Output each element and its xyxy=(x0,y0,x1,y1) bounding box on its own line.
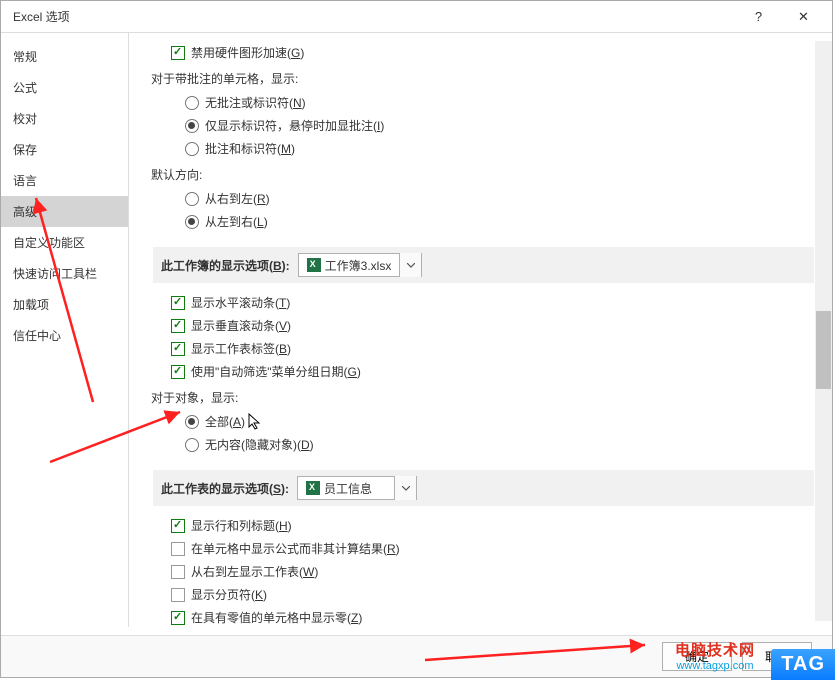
radio-icon xyxy=(185,96,199,110)
tag-badge: TAG xyxy=(771,649,835,680)
autofilter-group-checkbox[interactable]: 使用"自动筛选"菜单分组日期(G) xyxy=(171,360,814,383)
sidebar-item-general[interactable]: 常规 xyxy=(1,41,128,72)
dialog-footer: 确定 取消 xyxy=(1,635,832,677)
default-dir-heading: 默认方向: xyxy=(151,166,814,183)
sidebar-item-trust-center[interactable]: 信任中心 xyxy=(1,320,128,351)
sidebar-item-quick-access[interactable]: 快速访问工具栏 xyxy=(1,258,128,289)
comment-none-radio[interactable]: 无批注或标识符(N) xyxy=(185,91,814,114)
window-title: Excel 选项 xyxy=(7,8,70,25)
comment-indicator-radio[interactable]: 仅显示标识符，悬停时加显批注(I) xyxy=(185,114,814,137)
sidebar-item-proofing[interactable]: 校对 xyxy=(1,103,128,134)
checkbox-checked-icon xyxy=(171,296,185,310)
objects-all-radio[interactable]: 全部(A) xyxy=(185,410,814,433)
checkbox-checked-icon xyxy=(171,365,185,379)
titlebar: Excel 选项 ? ✕ xyxy=(1,1,832,33)
checkbox-checked-icon xyxy=(171,342,185,356)
checkbox-checked-icon xyxy=(171,319,185,333)
show-v-scroll-checkbox[interactable]: 显示垂直滚动条(V) xyxy=(171,314,814,337)
radio-icon xyxy=(185,192,199,206)
chevron-down-icon xyxy=(399,253,421,277)
worksheet-select[interactable]: 员工信息 xyxy=(297,476,417,500)
sidebar-item-formulas[interactable]: 公式 xyxy=(1,72,128,103)
objects-none-radio[interactable]: 无内容(隐藏对象)(D) xyxy=(185,433,814,456)
radio-icon xyxy=(185,438,199,452)
ok-button[interactable]: 确定 xyxy=(662,642,732,671)
show-headers-checkbox[interactable]: 显示行和列标题(H) xyxy=(171,514,814,537)
close-button[interactable]: ✕ xyxy=(781,2,826,32)
checkbox-icon xyxy=(171,542,185,556)
objects-heading: 对于对象，显示: xyxy=(151,389,814,406)
radio-checked-icon xyxy=(185,119,199,133)
sidebar-item-advanced[interactable]: 高级 xyxy=(1,196,128,227)
comment-cell-heading: 对于带批注的单元格，显示: xyxy=(151,70,814,87)
excel-file-icon xyxy=(307,258,321,272)
comment-both-radio[interactable]: 批注和标识符(M) xyxy=(185,137,814,160)
show-pagebreaks-checkbox[interactable]: 显示分页符(K) xyxy=(171,583,814,606)
checkbox-icon xyxy=(171,565,185,579)
radio-checked-icon xyxy=(185,415,199,429)
radio-checked-icon xyxy=(185,215,199,229)
checkbox-checked-icon xyxy=(171,519,185,533)
dir-rtl-radio[interactable]: 从右到左(R) xyxy=(185,187,814,210)
chevron-down-icon xyxy=(394,476,416,500)
help-button[interactable]: ? xyxy=(736,2,781,32)
show-zeros-checkbox[interactable]: 在具有零值的单元格中显示零(Z) xyxy=(171,606,814,627)
checkbox-checked-icon xyxy=(171,611,185,625)
show-h-scroll-checkbox[interactable]: 显示水平滚动条(T) xyxy=(171,291,814,314)
radio-icon xyxy=(185,142,199,156)
sidebar-item-customize-ribbon[interactable]: 自定义功能区 xyxy=(1,227,128,258)
show-tabs-checkbox[interactable]: 显示工作表标签(B) xyxy=(171,337,814,360)
sidebar-nav: 常规 公式 校对 保存 语言 高级 自定义功能区 快速访问工具栏 加载项 信任中… xyxy=(1,33,129,627)
show-formulas-checkbox[interactable]: 在单元格中显示公式而非其计算结果(R) xyxy=(171,537,814,560)
workbook-display-group: 此工作簿的显示选项(B): 工作簿3.xlsx xyxy=(153,247,814,283)
content-panel: 禁用硬件图形加速(G) 对于带批注的单元格，显示: 无批注或标识符(N) 仅显示… xyxy=(137,41,814,627)
checkbox-icon xyxy=(171,588,185,602)
rtl-sheet-checkbox[interactable]: 从右到左显示工作表(W) xyxy=(171,560,814,583)
disable-hw-accel-checkbox[interactable]: 禁用硬件图形加速(G) xyxy=(171,41,814,64)
vertical-scrollbar[interactable] xyxy=(815,41,832,621)
worksheet-display-group: 此工作表的显示选项(S): 员工信息 xyxy=(153,470,814,506)
dir-ltr-radio[interactable]: 从左到右(L) xyxy=(185,210,814,233)
checkbox-checked-icon xyxy=(171,46,185,60)
sidebar-item-addins[interactable]: 加载项 xyxy=(1,289,128,320)
sidebar-item-save[interactable]: 保存 xyxy=(1,134,128,165)
scroll-thumb[interactable] xyxy=(816,311,831,389)
sidebar-item-language[interactable]: 语言 xyxy=(1,165,128,196)
excel-sheet-icon xyxy=(306,481,320,495)
workbook-select[interactable]: 工作簿3.xlsx xyxy=(298,253,423,277)
